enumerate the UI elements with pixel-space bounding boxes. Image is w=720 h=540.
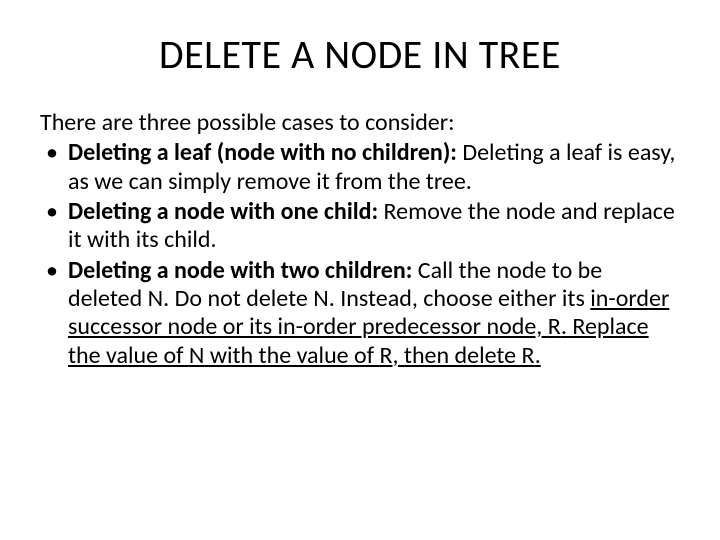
slide-body: There are three possible cases to consid… — [40, 109, 680, 370]
bullet-bold: Deleting a node with two children: — [68, 256, 418, 285]
bullet-text: . Instead, choose either its — [329, 284, 591, 313]
var-n: N — [313, 284, 329, 313]
intro-text: There are three possible cases to consid… — [40, 109, 680, 137]
slide: DELETE A NODE IN TREE There are three po… — [0, 0, 720, 540]
var-r: R — [548, 312, 561, 341]
underlined-segment: with the value of — [204, 341, 379, 370]
var-n: N — [189, 341, 205, 370]
underlined-segment: , then delete — [392, 341, 521, 370]
bullet-bold: Deleting a node with one child: — [68, 197, 384, 226]
bullet-item: Deleting a leaf (node with no children):… — [40, 139, 680, 196]
bullet-item: Deleting a node with two children: Call … — [40, 257, 680, 370]
bullet-bold: Deleting a leaf (node with no children): — [68, 138, 462, 167]
bullet-list: Deleting a leaf (node with no children):… — [40, 139, 680, 370]
bullet-item: Deleting a node with one child: Remove t… — [40, 198, 680, 255]
bullet-text: . Do not delete — [163, 284, 313, 313]
var-r: R — [379, 341, 392, 370]
slide-title: DELETE A NODE IN TREE — [40, 30, 680, 79]
underlined-segment: . — [535, 341, 541, 370]
var-r: R — [522, 341, 535, 370]
var-n: N — [148, 284, 164, 313]
